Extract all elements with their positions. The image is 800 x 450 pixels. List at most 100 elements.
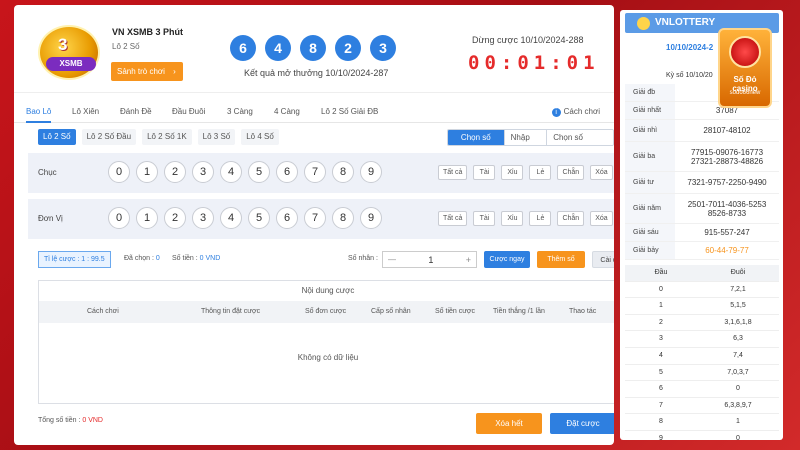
head-digit: 0 bbox=[659, 285, 663, 293]
quick-big-button[interactable]: Tài bbox=[473, 165, 496, 180]
digit-button[interactable]: 1 bbox=[136, 207, 158, 229]
digit-button[interactable]: 7 bbox=[304, 207, 326, 229]
quick-odd-button[interactable]: Lẻ bbox=[529, 211, 552, 226]
bet-now-button[interactable]: Cược ngay bbox=[484, 251, 530, 268]
add-number-button[interactable]: Thêm số bbox=[537, 251, 585, 268]
digit-button[interactable]: 9 bbox=[360, 161, 382, 183]
tail-digits: 6,3,8,9,7 bbox=[724, 401, 752, 409]
quick-all-button[interactable]: Tất cả bbox=[438, 211, 468, 226]
game-panel: 3 XSMB VN XSMB 3 Phút Lô 2 Số Sảnh trò c… bbox=[14, 5, 614, 445]
head-digit: 5 bbox=[659, 368, 663, 376]
head-tail-row: 0 7,2,1 bbox=[625, 282, 779, 299]
sub-tabs: Lô 2 Số Lô 2 Số Đầu Lô 2 Số 1K Lô 3 Số L… bbox=[38, 129, 279, 145]
prize-value: 77915-09076-16773 27321-28873-48826 bbox=[690, 147, 764, 166]
digit-button[interactable]: 6 bbox=[276, 161, 298, 183]
head-tail-row: 7 6,3,8,9,7 bbox=[625, 398, 779, 415]
quick-clear-button[interactable]: Xóa bbox=[590, 211, 613, 226]
quick-even-button[interactable]: Chẵn bbox=[557, 211, 585, 226]
digit-button[interactable]: 5 bbox=[248, 207, 270, 229]
subtab-lo-2-so-1k[interactable]: Lô 2 Số 1K bbox=[142, 129, 192, 145]
digit-button[interactable]: 2 bbox=[164, 207, 186, 229]
subtab-lo-4-so[interactable]: Lô 4 Số bbox=[241, 129, 279, 145]
subtab-lo-2-so-dau[interactable]: Lô 2 Số Đầu bbox=[81, 129, 137, 145]
head-digit: 4 bbox=[659, 351, 663, 359]
quick-clear-button[interactable]: Xóa bbox=[590, 165, 613, 180]
prize-name: Giải nhất bbox=[625, 102, 675, 119]
digit-button[interactable]: 2 bbox=[164, 161, 186, 183]
digit-button[interactable]: 0 bbox=[108, 207, 130, 229]
tab-dau-duoi[interactable]: Đầu Đuôi bbox=[172, 107, 205, 116]
table-header: Cách chơi Thông tin đặt cược Số đơn cược… bbox=[39, 301, 614, 323]
tab-bao-lo[interactable]: Bao Lô bbox=[26, 107, 52, 123]
lobby-button[interactable]: Sảnh trò chơi › bbox=[111, 62, 183, 81]
clear-all-button[interactable]: Xóa hết bbox=[476, 413, 542, 434]
digit-button[interactable]: 4 bbox=[220, 207, 242, 229]
tab-lo-xien[interactable]: Lô Xiên bbox=[72, 107, 99, 116]
quick-big-button[interactable]: Tài bbox=[473, 211, 496, 226]
digit-button[interactable]: 8 bbox=[332, 161, 354, 183]
column-header: Số tiền cược bbox=[435, 308, 476, 315]
selected-value: 0 bbox=[155, 255, 160, 262]
prize-name: Giải sáu bbox=[625, 224, 675, 241]
digit-button[interactable]: 3 bbox=[192, 207, 214, 229]
brand-logo-icon bbox=[637, 17, 650, 30]
mode-enter-number[interactable]: Nhập số bbox=[503, 130, 547, 145]
place-bet-button[interactable]: Đặt cược bbox=[550, 413, 614, 434]
prize-name: Giải đb bbox=[625, 84, 675, 101]
mode-pick-number[interactable]: Chọn số bbox=[448, 130, 504, 145]
tab-danh-de[interactable]: Đánh Đề bbox=[120, 107, 152, 116]
quick-even-button[interactable]: Chẵn bbox=[557, 165, 585, 180]
minus-icon[interactable]: — bbox=[388, 255, 396, 264]
head-tail-row: 90 bbox=[625, 431, 779, 440]
results-draw-label: Kỳ số 10/10/20 bbox=[666, 72, 713, 79]
digit-button[interactable]: 5 bbox=[248, 161, 270, 183]
info-icon: i bbox=[551, 108, 561, 117]
units-row: Đơn Vị 0 1 2 3 4 5 6 7 8 9 Tất cả Tài Xỉ… bbox=[28, 199, 614, 239]
column-header: Cách chơi bbox=[87, 308, 119, 315]
units-quick-buttons: Tất cả Tài Xỉu Lẻ Chẵn Xóa bbox=[438, 211, 613, 226]
quick-all-button[interactable]: Tất cả bbox=[438, 165, 468, 180]
tens-digits: 0 1 2 3 4 5 6 7 8 9 bbox=[108, 161, 382, 183]
prize-value: 60-44-79-77 bbox=[705, 246, 749, 255]
digit-button[interactable]: 0 bbox=[108, 161, 130, 183]
digit-button[interactable]: 8 bbox=[332, 207, 354, 229]
how-to-play-link[interactable]: i Cách chơi bbox=[551, 107, 600, 117]
tab-lo-2-so-giai-db[interactable]: Lô 2 Số Giải ĐB bbox=[321, 107, 378, 116]
head-tail-row: 81 bbox=[625, 414, 779, 431]
plus-icon[interactable]: + bbox=[466, 255, 471, 265]
column-header: Thao tác bbox=[569, 308, 597, 315]
promo-banner[interactable]: Số Đỏ casino sodo66new bbox=[718, 28, 772, 108]
countdown-timer: 00:01:01 bbox=[468, 52, 600, 74]
multiplier-input[interactable]: 1 bbox=[428, 255, 433, 265]
digit-button[interactable]: 4 bbox=[220, 161, 242, 183]
bet-content-table: Nội dung cược Cách chơi Thông tin đặt cư… bbox=[38, 280, 614, 404]
digit-button[interactable]: 7 bbox=[304, 161, 326, 183]
digit-button[interactable]: 6 bbox=[276, 207, 298, 229]
quick-odd-button[interactable]: Lẻ bbox=[529, 165, 552, 180]
tens-quick-buttons: Tất cả Tài Xỉu Lẻ Chẵn Xóa bbox=[438, 165, 613, 180]
chevron-right-icon: › bbox=[173, 67, 176, 76]
mode-quick-pick[interactable]: Chọn số nhanh bbox=[546, 130, 613, 145]
head-column-title: Đầu bbox=[654, 269, 668, 276]
how-to-play-label: Cách chơi bbox=[563, 107, 600, 116]
subtab-lo-2-so[interactable]: Lô 2 Số bbox=[38, 129, 76, 145]
subtab-lo-3-so[interactable]: Lô 3 Số bbox=[197, 129, 236, 145]
digit-button[interactable]: 3 bbox=[192, 161, 214, 183]
quick-small-button[interactable]: Xỉu bbox=[501, 211, 524, 226]
empty-state: Không có dữ liệu bbox=[297, 353, 359, 362]
tail-column-title: Đuôi bbox=[730, 269, 746, 276]
digit-button[interactable]: 9 bbox=[360, 207, 382, 229]
game-title: VN XSMB 3 Phút bbox=[112, 27, 184, 37]
quick-small-button[interactable]: Xỉu bbox=[501, 165, 524, 180]
reset-button[interactable]: Cài đặt lại bbox=[592, 251, 614, 268]
tab-4-cang[interactable]: 4 Càng bbox=[274, 107, 300, 116]
prize-row: Giải bảy 60-44-79-77 bbox=[625, 242, 779, 260]
prize-name: Giải ba bbox=[625, 142, 675, 171]
head-digit: 8 bbox=[659, 418, 663, 426]
digit-button[interactable]: 1 bbox=[136, 161, 158, 183]
game-header: 3 XSMB VN XSMB 3 Phút Lô 2 Số Sảnh trò c… bbox=[14, 5, 614, 93]
units-digits: 0 1 2 3 4 5 6 7 8 9 bbox=[108, 207, 382, 229]
column-header: Thông tin đặt cược bbox=[201, 308, 261, 315]
prize-row: Giải nhì 28107-48102 bbox=[625, 120, 779, 142]
tab-3-cang[interactable]: 3 Càng bbox=[227, 107, 253, 116]
